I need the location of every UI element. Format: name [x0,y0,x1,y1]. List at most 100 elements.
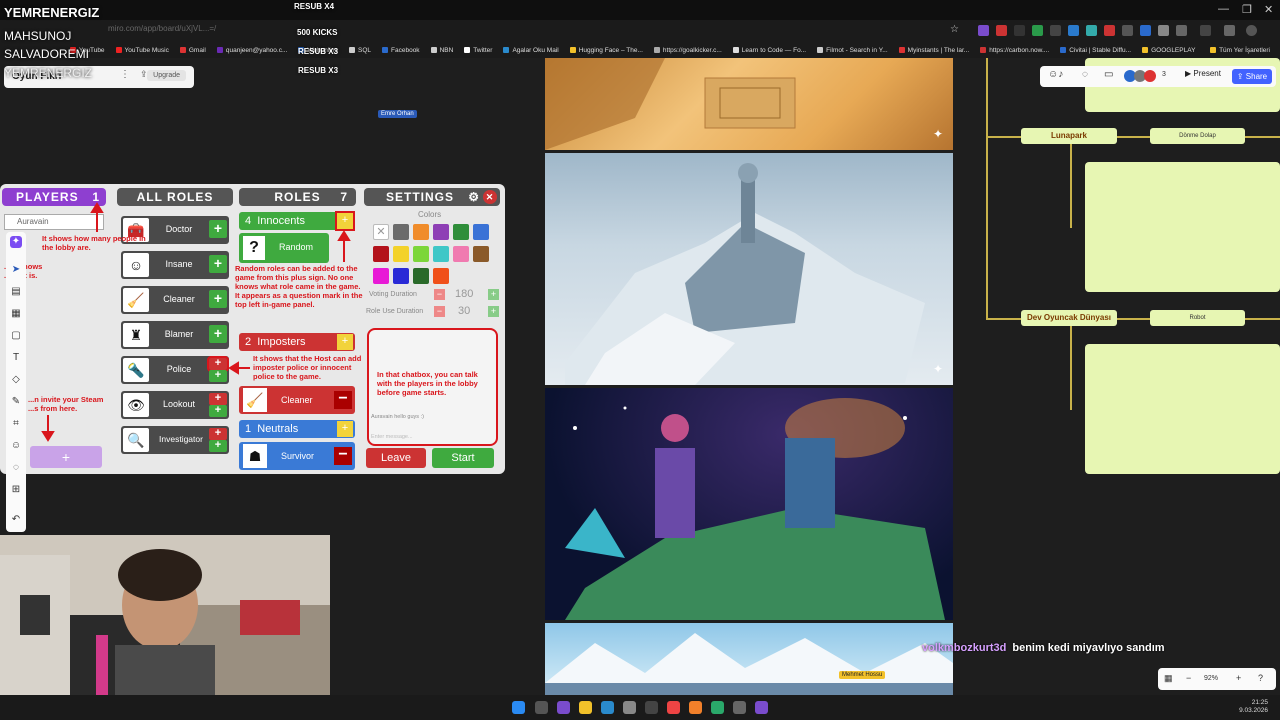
extension-icon[interactable] [1014,25,1025,36]
pen-icon[interactable]: ✎ [10,396,22,408]
bookmark[interactable]: NBN [430,47,453,54]
flow-node-child[interactable]: Dönme Dolap [1150,128,1245,144]
ai-icon[interactable]: ✦ [10,236,22,248]
bookmark[interactable]: Learn to Code — Fo... [732,47,806,54]
app-icon[interactable] [623,701,636,714]
sticky-area[interactable] [1085,344,1280,474]
bookmark[interactable]: SQL [349,47,371,54]
url-field[interactable]: miro.com/app/board/uXjVL...=/ [108,24,216,33]
shapes-icon[interactable]: ◇ [10,374,22,386]
crop-icon[interactable]: ⌗ [10,418,22,430]
emoji-icon[interactable]: ☺ [10,440,22,452]
star-icon[interactable]: ☆ [950,24,959,35]
app-icon[interactable] [755,701,768,714]
flow-node-toy-world[interactable]: Dev Oyuncak Dünyası [1021,310,1117,326]
select-icon[interactable]: ➤ [10,264,22,276]
avatar[interactable] [1144,70,1156,82]
start-icon[interactable] [512,701,525,714]
winter-map-drawing [545,633,953,695]
sticky-note-icon[interactable]: ▢ [10,330,22,342]
extension-icon[interactable] [1086,25,1097,36]
extension-icon[interactable] [996,25,1007,36]
bookmark[interactable]: https://goalkicker.c... [653,47,722,54]
bookmark-folder[interactable]: Tüm Yer İşaretleri [1210,47,1270,54]
app-icon[interactable] [733,701,746,714]
zoom-out-button[interactable]: − [1186,673,1191,683]
stream-chat-message: volkmbozkurt3d benim kedi miyavlıyo sandı… [922,642,1165,654]
winter-map-image: Mehmet Hossu [545,623,953,695]
zoom-controls: ▦ − 92% + ? [1158,668,1276,690]
annotation-arrows [41,202,351,442]
resub-label: RESUB X3 [298,66,339,75]
connector [1245,318,1280,320]
search-icon[interactable] [535,701,548,714]
zoom-in-button[interactable]: + [1236,673,1241,683]
app-icon[interactable] [557,701,570,714]
avatar[interactable] [1246,25,1257,36]
extension-icon[interactable] [1140,25,1151,36]
extension-icon[interactable] [1104,25,1115,36]
bookmark[interactable]: Filmot - Search in Y... [817,47,888,54]
flow-node-lunapark[interactable]: Lunapark [1021,128,1117,144]
collaborator-cursor-label: Mehmet Hossu [839,671,886,679]
kicks-label: 500 KICKS [297,28,338,37]
firefox-icon[interactable] [689,701,702,714]
bookmark[interactable]: Facebook [382,47,420,54]
address-bar: miro.com/app/board/uXjVL...=/ ☆ [0,20,1280,42]
share-button[interactable]: ⇪ Share [1232,69,1272,84]
sticky-area[interactable] [1085,162,1280,292]
layout-icon[interactable]: ▦ [1164,673,1173,684]
present-button[interactable]: ▶ Present [1185,69,1221,78]
more-icon[interactable]: ⋮ [120,69,130,80]
template-icon[interactable]: ▤ [10,286,22,298]
maximize-icon[interactable]: ❐ [1242,3,1252,16]
extension-icon[interactable] [1158,25,1169,36]
app-icon[interactable] [645,701,658,714]
bookmark[interactable]: Hugging Face – The... [569,47,643,54]
download-icon[interactable] [1200,25,1211,36]
extension-icon[interactable] [1050,25,1061,36]
video-icon[interactable]: ▭ [1104,69,1113,80]
bookmark[interactable]: Twitter [464,47,492,54]
bookmark[interactable]: Myinstants | The lar... [898,47,969,54]
miro-toolbar: ✦ ➤ ▤ ▦ ▢ T ◇ ✎ ⌗ ☺ ◌ ⊞ ↶ [6,232,26,532]
profile-icon[interactable] [1224,25,1235,36]
game-lobby-screenshot[interactable]: PLAYERS 1 ALL ROLES ROLES 7 SETTINGS ⚙ ✕… [0,184,505,474]
close-window-icon[interactable]: ✕ [1264,3,1273,16]
chrome-icon[interactable] [667,701,680,714]
text-icon[interactable]: T [10,352,22,364]
bookmark[interactable]: https://carbon.now.... [980,47,1049,54]
collaborators-count[interactable]: 3 [1162,71,1166,78]
reactions-icon[interactable]: ☺♪ [1048,69,1063,80]
undo-icon[interactable]: ↶ [10,514,22,526]
bookmark-folder[interactable]: GOOGLEPLAY [1142,47,1195,54]
add-icon[interactable]: ⊞ [10,484,22,496]
bookmark[interactable]: YouTube Music [115,47,169,54]
frame-icon[interactable]: ▦ [10,308,22,320]
comment-icon[interactable]: ◌ [10,462,22,474]
collaborator-cursor-label: Emre Orhan [378,110,417,118]
chat-icon[interactable]: ◌ [1082,69,1088,80]
app-icon[interactable] [711,701,724,714]
connector [986,136,1022,138]
extension-icon[interactable] [1032,25,1043,36]
bookmark[interactable]: Gmail [179,47,206,54]
zoom-level[interactable]: 92% [1204,675,1218,682]
board-top-right-toolbar: ☺♪ ◌ ▭ 3 ▶ Present ⇪ Share [1040,66,1276,87]
extension-icon[interactable] [1122,25,1133,36]
extension-icon[interactable] [978,25,989,36]
folder-icon[interactable] [579,701,592,714]
bookmarks-bar: YouTube YouTube Music Gmail quanjeen@yah… [0,42,1280,58]
bookmark[interactable]: Civitai | Stable Diffu... [1060,47,1131,54]
upgrade-button[interactable]: Upgrade [147,70,186,81]
flow-node-child[interactable]: Robot [1150,310,1245,326]
puzzle-icon[interactable] [1176,25,1187,36]
edge-icon[interactable] [601,701,614,714]
help-icon[interactable]: ? [1258,673,1263,683]
minimize-icon[interactable]: — [1218,3,1229,15]
space-map-drawing [565,398,945,620]
bookmark[interactable]: Agalar Oku Mail [503,47,559,54]
extension-icon[interactable] [1068,25,1079,36]
system-clock[interactable]: 21:25 9.03.2026 [1239,699,1268,716]
bookmark[interactable]: quanjeen@yahoo.c... [216,47,287,54]
